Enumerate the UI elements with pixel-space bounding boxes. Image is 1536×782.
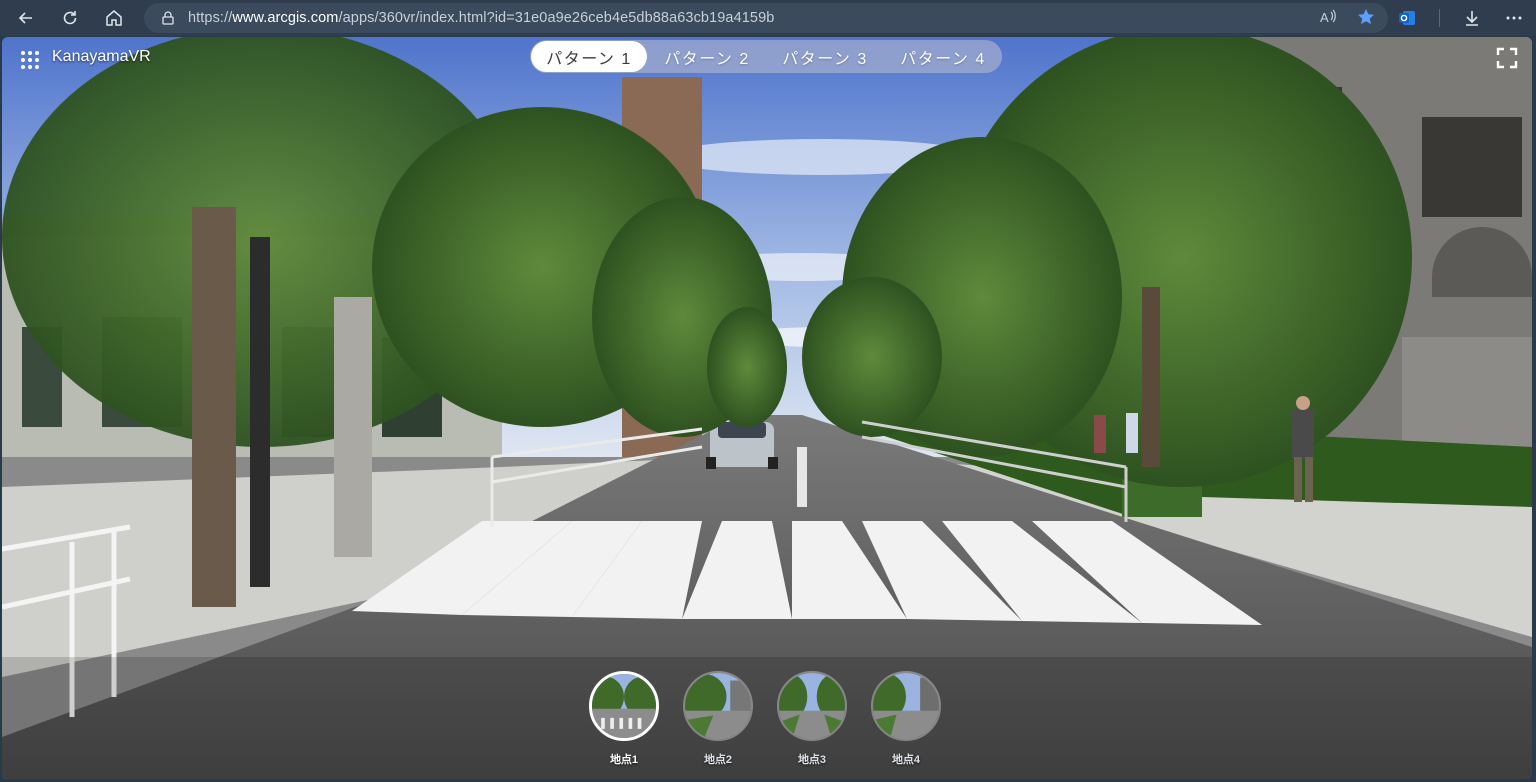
location-label: 地点3 bbox=[797, 754, 827, 766]
street-panorama[interactable] bbox=[2, 37, 1532, 779]
url-text[interactable]: https://www.arcgis.com/apps/360vr/index.… bbox=[188, 10, 774, 26]
app-launcher-icon[interactable] bbox=[20, 50, 40, 70]
location-3[interactable]: 地点3 bbox=[775, 671, 849, 767]
tab-pattern-3[interactable]: パターン 3 bbox=[767, 41, 883, 72]
location-thumbnail[interactable] bbox=[871, 671, 941, 741]
back-icon[interactable] bbox=[8, 0, 44, 36]
location-1[interactable]: 地点1 bbox=[587, 671, 661, 767]
pattern-tabs: パターン 1 パターン 2 パターン 3 パターン 4 bbox=[530, 40, 1002, 73]
home-icon[interactable] bbox=[96, 0, 132, 36]
lock-icon[interactable] bbox=[160, 10, 176, 26]
favorite-star-icon[interactable] bbox=[1356, 7, 1376, 27]
location-label: 地点1 bbox=[609, 754, 639, 766]
browser-toolbar: https://www.arcgis.com/apps/360vr/index.… bbox=[0, 0, 1536, 36]
app-title: KanayamaVR bbox=[52, 48, 151, 65]
outlook-icon[interactable] bbox=[1397, 8, 1417, 28]
location-label: 地点4 bbox=[891, 754, 921, 766]
location-thumbnail[interactable] bbox=[589, 671, 659, 741]
read-aloud-icon[interactable]: A bbox=[1318, 7, 1338, 27]
svg-text:A: A bbox=[1320, 10, 1329, 25]
tab-pattern-2[interactable]: パターン 2 bbox=[649, 41, 765, 72]
tab-pattern-4[interactable]: パターン 4 bbox=[885, 41, 1001, 72]
address-bar[interactable]: https://www.arcgis.com/apps/360vr/index.… bbox=[144, 3, 1388, 33]
location-thumbnail[interactable] bbox=[777, 671, 847, 741]
fullscreen-icon[interactable] bbox=[1496, 47, 1518, 69]
url-path: /apps/360vr/index.html?id=31e0a9e26ceb4e… bbox=[338, 10, 775, 26]
more-icon[interactable] bbox=[1504, 8, 1524, 28]
location-label: 地点2 bbox=[703, 754, 733, 766]
refresh-icon[interactable] bbox=[52, 0, 88, 36]
location-2[interactable]: 地点2 bbox=[681, 671, 755, 767]
location-selector: 地点1 地点2 地点3 地点4 bbox=[587, 671, 943, 767]
url-prefix: https:// bbox=[188, 10, 233, 26]
location-thumbnail[interactable] bbox=[683, 671, 753, 741]
toolbar-separator bbox=[1439, 9, 1440, 27]
tab-pattern-1[interactable]: パターン 1 bbox=[531, 41, 647, 72]
url-host: www.arcgis.com bbox=[232, 10, 339, 26]
download-icon[interactable] bbox=[1462, 8, 1482, 28]
location-4[interactable]: 地点4 bbox=[869, 671, 943, 767]
vr-viewport[interactable]: KanayamaVR パターン 1 パターン 2 パターン 3 パターン 4 地… bbox=[2, 37, 1532, 779]
